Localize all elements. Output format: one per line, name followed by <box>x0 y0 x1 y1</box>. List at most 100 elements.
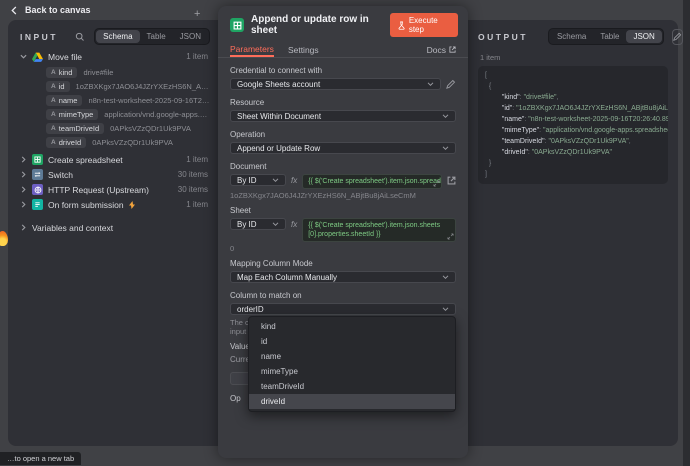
json-viewer[interactable]: [ { "kind": "drive#file", "id": "1oZBXKg… <box>478 66 668 184</box>
input-node-switch[interactable]: Switch 30 items <box>8 167 218 182</box>
schema-field-row[interactable]: Aid1oZBXKgx7JAO6J4JZrYXEzHS6N_ABjtBu8jAi… <box>46 79 218 93</box>
input-node-count: 1 item <box>186 155 218 164</box>
canvas-scrollbar[interactable] <box>683 0 690 466</box>
schema-field-row[interactable]: AteamDriveId 0APksVZzQDr1Uk9PVA <box>46 121 218 135</box>
field-value: drive#file <box>83 68 121 77</box>
schema-field-list: Akind drive#file Aid1oZBXKgx7JAO6J4JZrYXEz… <box>46 65 218 149</box>
schema-field-row[interactable]: Aname n8n-test-worksheet-2025-09-16T20:26… <box>46 93 218 107</box>
arrow-left-icon <box>10 6 19 15</box>
variables-and-context[interactable]: Variables and context <box>8 220 218 235</box>
operation-select[interactable]: Append or Update Row <box>230 142 456 154</box>
dropdown-option-kind[interactable]: kind <box>249 319 455 334</box>
credential-select[interactable]: Google Sheets account <box>230 78 441 90</box>
document-expression-input[interactable]: {{ $('Create spreadsheet').item.json.spr… <box>302 174 442 189</box>
input-tab-table[interactable]: Table <box>140 30 173 43</box>
field-key-pill[interactable]: Aid <box>46 81 70 92</box>
dropdown-option-mimeType[interactable]: mimeType <box>249 364 455 379</box>
sheet-resolved-value: 0 <box>230 244 456 253</box>
form-icon <box>32 199 43 210</box>
resource-label: Resource <box>230 98 456 107</box>
string-type-icon: A <box>51 139 56 146</box>
match-column-select[interactable]: orderID <box>230 303 456 315</box>
chevron-down-icon <box>272 178 279 183</box>
dropdown-option-driveId[interactable]: driveId <box>249 394 455 409</box>
field-value: 0APksVZzQDr1Uk9PVA <box>92 138 181 147</box>
output-item-count: 1 item <box>468 49 678 66</box>
google-drive-icon <box>32 51 43 62</box>
dropdown-option-name[interactable]: name <box>249 349 455 364</box>
document-resolved-value: 1oZBXKgx7JAO6J4JZrYXEzHS6N_ABjtBu8jAiLse… <box>230 191 456 200</box>
trigger-bolt-icon <box>129 201 135 209</box>
google-sheets-icon <box>230 18 244 32</box>
chevron-down-icon <box>20 53 27 60</box>
sheet-label: Sheet <box>230 206 456 215</box>
field-key-pill[interactable]: Aname <box>46 95 82 106</box>
input-node-label: On form submission <box>48 200 124 210</box>
input-node-label: Switch <box>48 170 73 180</box>
browser-status-text: …to open a new tab <box>0 452 81 465</box>
input-tab-json[interactable]: JSON <box>173 30 208 43</box>
output-title: OUTPUT <box>478 32 528 42</box>
resource-select[interactable]: Sheet Within Document <box>230 110 456 122</box>
chevron-down-icon <box>272 222 279 227</box>
tab-settings[interactable]: Settings <box>288 42 319 57</box>
mapping-mode-select[interactable]: Map Each Column Manually <box>230 271 456 283</box>
input-node-create-spreadsheet[interactable]: Create spreadsheet 1 item <box>8 152 218 167</box>
field-key-pill[interactable]: AteamDriveId <box>46 123 104 134</box>
field-value: 0APksVZzQDr1Uk9PVA <box>110 124 199 133</box>
expand-icon[interactable] <box>433 180 440 187</box>
field-key-pill[interactable]: AmimeType <box>46 109 98 120</box>
back-to-canvas-label: Back to canvas <box>25 5 91 15</box>
chevron-down-icon <box>427 82 434 87</box>
dropdown-option-id[interactable]: id <box>249 334 455 349</box>
schema-field-row[interactable]: AdriveId 0APksVZzQDr1Uk9PVA <box>46 135 218 149</box>
input-node-http-request[interactable]: HTTP Request (Upstream) 30 items <box>8 182 218 197</box>
dropdown-option-teamDriveId[interactable]: teamDriveId <box>249 379 455 394</box>
flame-icon <box>0 231 8 246</box>
node-title: Append or update row in sheet <box>251 14 383 36</box>
edit-output-button[interactable] <box>672 29 683 45</box>
pencil-icon[interactable] <box>446 79 456 89</box>
sheet-mode-select[interactable]: By ID <box>230 218 286 230</box>
output-tab-json[interactable]: JSON <box>626 30 661 43</box>
input-node-form-submission[interactable]: On form submission 1 item <box>8 197 218 212</box>
document-label: Document <box>230 162 456 171</box>
output-tab-table[interactable]: Table <box>593 30 626 43</box>
field-key-pill[interactable]: Akind <box>46 67 77 78</box>
chevron-right-icon <box>20 156 27 163</box>
sheet-expression-input[interactable]: {{ $('Create spreadsheet').item.json.she… <box>302 218 456 242</box>
tab-parameters[interactable]: Parameters <box>230 42 274 57</box>
chevron-down-icon <box>442 307 449 312</box>
match-column-label: Column to match on <box>230 291 456 300</box>
canvas-plus-button[interactable]: + <box>194 8 200 20</box>
back-to-canvas[interactable]: Back to canvas <box>10 5 91 15</box>
output-panel: OUTPUT Schema Table JSON 1 item [ { "kin… <box>468 20 678 446</box>
schema-field-row[interactable]: Akind drive#file <box>46 65 218 79</box>
fx-toggle[interactable]: fx <box>291 174 297 185</box>
input-node-count: 1 item <box>186 52 218 61</box>
n8n-node-detail-view: { "canvas": { "back_label": "Back to can… <box>0 0 690 466</box>
output-tab-schema[interactable]: Schema <box>550 30 593 43</box>
input-node-move-file[interactable]: Move file 1 item <box>8 49 218 64</box>
schema-field-row[interactable]: AmimeTypeapplication/vnd.google-apps.spr… <box>46 107 218 121</box>
document-mode-select[interactable]: By ID <box>230 174 286 186</box>
operation-label: Operation <box>230 130 456 139</box>
fx-toggle[interactable]: fx <box>291 218 297 229</box>
docs-link[interactable]: Docs <box>427 45 456 55</box>
switch-icon <box>32 169 43 180</box>
chevron-right-icon <box>20 224 27 231</box>
input-tab-schema[interactable]: Schema <box>96 30 139 43</box>
search-icon[interactable] <box>75 32 85 42</box>
chevron-right-icon <box>20 171 27 178</box>
input-node-label: HTTP Request (Upstream) <box>48 185 149 195</box>
field-key-pill[interactable]: AdriveId <box>46 137 86 148</box>
field-value: n8n-test-worksheet-2025-09-16T20:26:40.8… <box>88 96 218 105</box>
input-node-count: 30 items <box>178 185 218 194</box>
execute-step-button[interactable]: Execute step <box>390 13 458 37</box>
input-node-count: 30 items <box>178 170 218 179</box>
expand-icon[interactable] <box>447 233 454 240</box>
string-type-icon: A <box>51 83 56 90</box>
variables-label: Variables and context <box>32 223 113 233</box>
open-document-icon[interactable] <box>447 176 456 185</box>
chevron-down-icon <box>442 114 449 119</box>
